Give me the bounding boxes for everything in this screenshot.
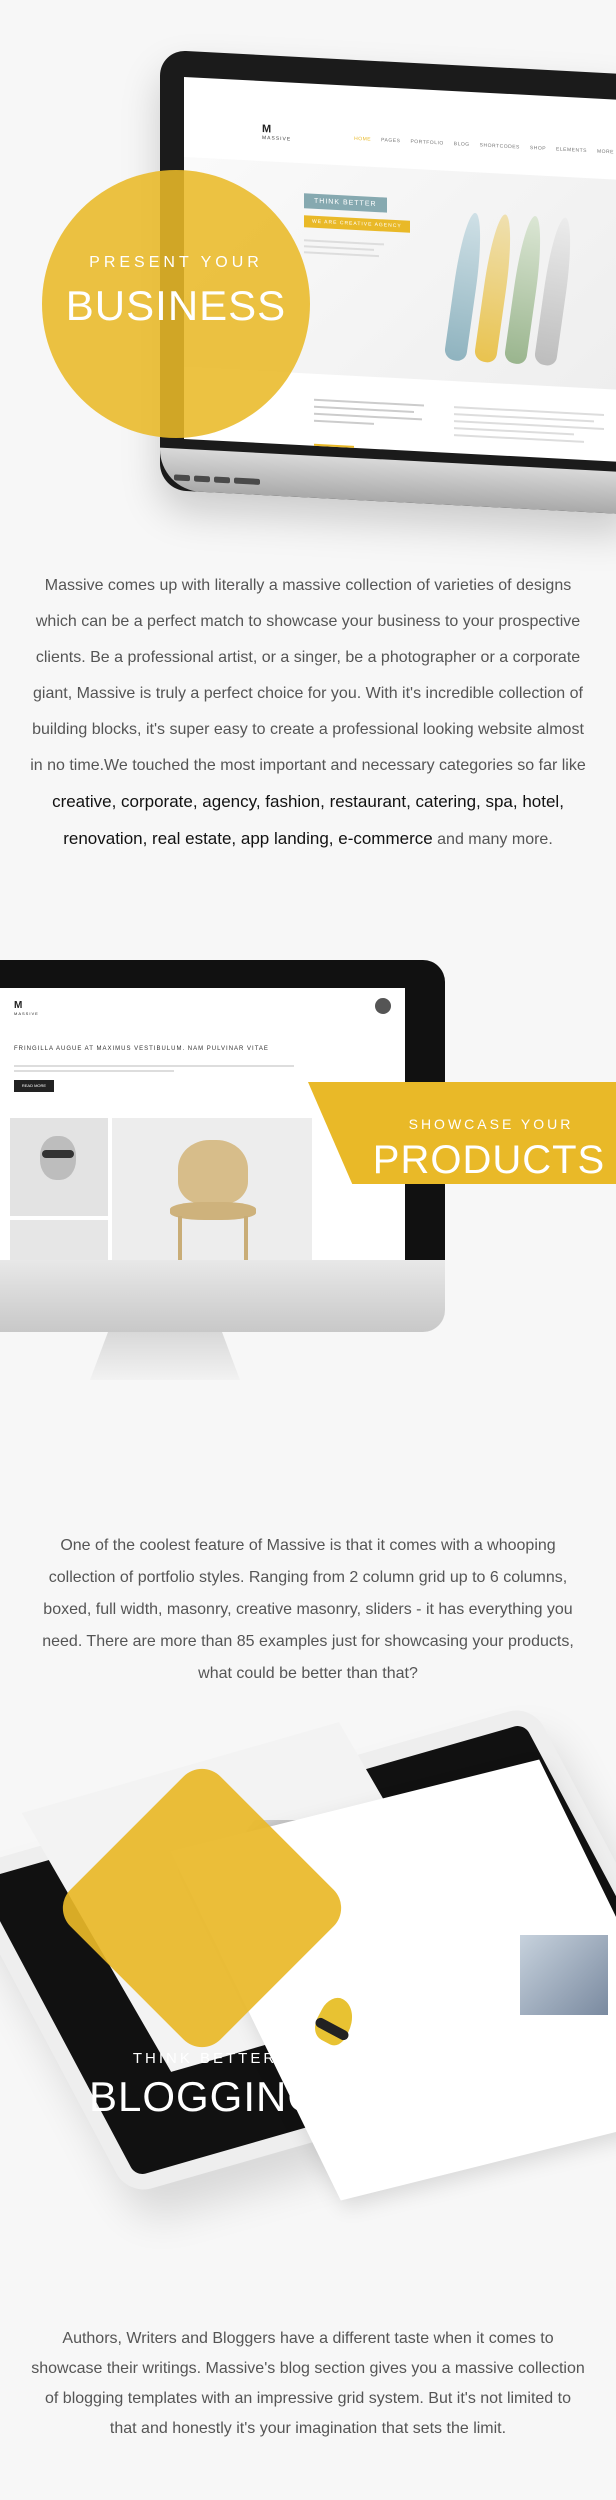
site-logo: M MASSIVE [14,1000,39,1016]
badge-big-heading: BLOGGING [88,2073,322,2120]
paragraph-text: Massive comes up with literally a massiv… [30,577,586,774]
business-section: M MASSIVE HOME PAGES PORTFOLIO BLOG SHOR… [0,0,616,540]
port-icon [234,477,260,485]
products-banner: SHOWCASE YOUR PRODUCTS [308,1082,616,1184]
portfolio-heading: FRINGILLA AUGUE AT MAXIMUS VESTIBULUM. N… [14,1046,269,1052]
face-shape [40,1136,76,1180]
nav-item[interactable]: SHORTCODES [480,142,520,150]
logo-word: MASSIVE [262,135,292,143]
badge-big-heading: BUSINESS [65,282,287,329]
nav-item[interactable]: PORTFOLIO [410,139,443,147]
chair-back [178,1140,248,1204]
port-icon [214,476,230,484]
business-badge: PRESENT YOUR BUSINESS [42,170,310,438]
business-paragraph: Massive comes up with literally a massiv… [30,568,586,858]
nav-item[interactable]: PAGES [381,137,400,144]
logo-mark: M [14,1000,23,1011]
banner-big-heading: PRODUCTS [372,1138,606,1182]
content-lines [454,401,604,449]
badge-small-heading: PRESENT YOUR [89,254,263,271]
nav-item[interactable]: HOME [354,136,371,143]
portfolio-image-man[interactable] [10,1118,108,1216]
portfolio-image-chair[interactable] [112,1118,312,1266]
portfolio-lines [14,1062,294,1075]
paragraph-end: and many more. [437,831,553,848]
badge-small-heading: THINK BETTER [132,2050,278,2067]
port-icon [194,475,210,483]
content-lines [314,394,434,433]
logo-mark: M [262,123,272,136]
read-more-button[interactable]: READ MORE [14,1080,54,1092]
blogging-paragraph: Authors, Writers and Bloggers have a dif… [31,2330,585,2437]
nav-item[interactable]: BLOG [454,141,470,148]
blogging-badge-text: THINK BETTER BLOGGING [60,2050,350,2121]
nav-item[interactable]: SHOP [530,145,546,152]
port-icon [174,474,190,482]
chair-leg [178,1216,182,1266]
banner-small-heading: SHOWCASE YOUR [408,1116,574,1132]
menu-icon[interactable] [375,998,391,1014]
logo-word: MASSIVE [14,1011,39,1016]
chair-leg [244,1216,248,1266]
nav-item[interactable]: MORE [597,149,614,156]
imac-stand [90,1332,240,1380]
products-paragraph: One of the coolest feature of Massive is… [42,1537,574,1682]
bridge-image [520,1935,608,2015]
site-logo: M MASSIVE [262,123,291,143]
glasses-shape [42,1150,74,1158]
hero-lines [304,235,394,262]
nav-item[interactable]: ELEMENTS [556,146,587,154]
imac-chin [0,1260,445,1332]
site-nav: HOME PAGES PORTFOLIO BLOG SHORTCODES SHO… [354,136,614,156]
